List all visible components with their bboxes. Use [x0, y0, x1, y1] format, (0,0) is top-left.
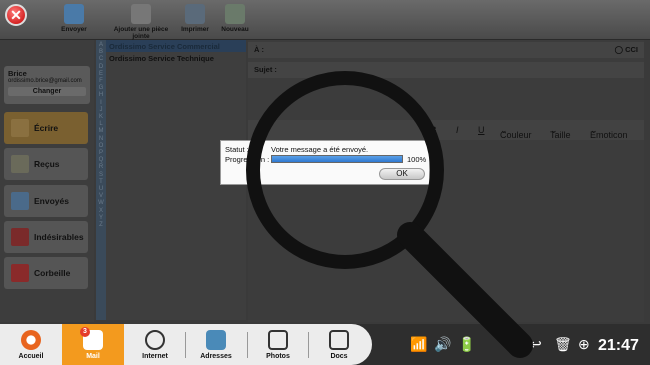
sent-icon	[11, 192, 29, 210]
close-icon[interactable]: ✕	[5, 4, 27, 26]
new-button[interactable]: Nouveau	[220, 4, 250, 38]
folder-inbox[interactable]: Reçus	[4, 148, 88, 180]
progress-percent: 100%	[407, 155, 427, 164]
account-name: Brice	[8, 69, 27, 78]
color-dropdown[interactable]: Couleur ⌄	[500, 125, 532, 140]
ok-button[interactable]: OK	[379, 168, 425, 180]
unread-badge: 3	[80, 327, 90, 337]
change-account-button[interactable]: Changer	[8, 87, 86, 96]
progress-label: Progression :	[225, 155, 270, 164]
alphabet-letter[interactable]: S	[96, 172, 106, 179]
trash-icon	[11, 264, 29, 282]
alphabet-letter[interactable]: B	[96, 49, 106, 56]
dock-internet[interactable]: Internet	[124, 324, 186, 365]
alphabet-letter[interactable]: Q	[96, 157, 106, 164]
home-icon	[21, 330, 41, 350]
alphabet-letter[interactable]: V	[96, 193, 106, 200]
docs-icon	[329, 330, 349, 350]
progress-fill	[272, 156, 402, 162]
contact-item[interactable]: Ordissimo Service Technique	[106, 52, 246, 64]
alphabet-letter[interactable]: Z	[96, 222, 106, 229]
wifi-icon[interactable]: 📶	[410, 336, 427, 358]
alphabet-letter[interactable]: K	[96, 114, 106, 121]
alphabet-letter[interactable]: O	[96, 143, 106, 150]
status-text: Votre message a été envoyé.	[271, 145, 369, 154]
progress-bar	[271, 155, 403, 163]
paperclip-icon	[131, 4, 151, 24]
clock: 21:47	[598, 337, 639, 354]
alphabet-letter[interactable]: C	[96, 56, 106, 63]
folder-sent[interactable]: Envoyés	[4, 185, 88, 217]
send-icon	[64, 4, 84, 24]
folder-spam[interactable]: Indésirables	[4, 221, 88, 253]
alphabet-letter[interactable]: L	[96, 121, 106, 128]
printer-icon	[185, 4, 205, 24]
back-arrow-icon[interactable]: ↩	[530, 336, 542, 358]
alphabet-letter[interactable]: T	[96, 179, 106, 186]
pencil-icon	[11, 119, 29, 137]
dock-addresses[interactable]: Adresses	[185, 324, 247, 365]
inbox-icon	[11, 155, 29, 173]
globe-icon	[145, 330, 165, 350]
underline-button[interactable]: U	[478, 125, 485, 135]
status-label: Statut :	[225, 145, 249, 154]
alphabet-letter[interactable]: W	[96, 200, 106, 207]
alphabet-letter[interactable]: H	[96, 92, 106, 99]
volume-icon[interactable]: 🔊	[434, 336, 451, 358]
subject-field[interactable]: Sujet :	[248, 62, 644, 78]
to-field[interactable]: À : ◯ CCI	[248, 42, 644, 58]
trash-icon[interactable]: 🗑	[554, 336, 572, 358]
alphabet-letter[interactable]: X	[96, 208, 106, 215]
print-button[interactable]: Imprimer	[180, 4, 210, 38]
folder-write[interactable]: Écrire	[4, 112, 88, 144]
dock-photos[interactable]: Photos	[247, 324, 309, 365]
account-box: Brice ordissimo.brice@gmail.com Changer	[4, 66, 90, 104]
account-email: ordissimo.brice@gmail.com	[8, 78, 82, 84]
alphabet-letter[interactable]: J	[96, 107, 106, 114]
alphabet-index[interactable]: ABCDEFGHIJKLMNOPQRSTUVWXYZ	[96, 40, 106, 320]
alphabet-letter[interactable]: P	[96, 150, 106, 157]
dock-mail[interactable]: 3 Mail	[62, 324, 124, 365]
alphabet-letter[interactable]: A	[96, 42, 106, 49]
alphabet-letter[interactable]: E	[96, 71, 106, 78]
send-button[interactable]: Envoyer	[60, 4, 88, 38]
new-document-icon	[225, 4, 245, 24]
camera-icon	[268, 330, 288, 350]
cci-toggle[interactable]: ◯ CCI	[615, 45, 638, 54]
alphabet-letter[interactable]: N	[96, 136, 106, 143]
help-lifebuoy-icon[interactable]: ⊕	[578, 336, 590, 358]
dock-home[interactable]: Accueil	[0, 324, 62, 365]
alphabet-letter[interactable]: R	[96, 164, 106, 171]
emoticon-dropdown[interactable]: Emoticon ⌄	[590, 125, 628, 140]
format-toolbar: B I U Couleur ⌄ Taille ⌄ Emoticon ⌄	[248, 120, 644, 140]
dock-docs[interactable]: Docs	[308, 324, 370, 365]
alphabet-letter[interactable]: Y	[96, 215, 106, 222]
folder-trash[interactable]: Corbeille	[4, 257, 88, 289]
italic-button[interactable]: I	[456, 125, 459, 135]
alphabet-letter[interactable]: I	[96, 100, 106, 107]
bold-button[interactable]: B	[430, 125, 437, 135]
attach-button[interactable]: Ajouter une pièce jointe	[110, 4, 172, 40]
contact-item[interactable]: Ordissimo Service Commercial	[106, 40, 246, 52]
app-dock: Accueil 3 Mail Internet Adresses Photos …	[0, 324, 372, 365]
contacts-icon	[206, 330, 226, 350]
alphabet-letter[interactable]: F	[96, 78, 106, 85]
send-progress-dialog: Statut : Votre message a été envoyé. Pro…	[220, 140, 430, 185]
alphabet-letter[interactable]: G	[96, 85, 106, 92]
alphabet-letter[interactable]: M	[96, 128, 106, 135]
size-dropdown[interactable]: Taille ⌄	[550, 125, 571, 140]
mail-toolbar: ✕ Envoyer Ajouter une pièce jointe Impri…	[0, 0, 650, 40]
spam-icon	[11, 228, 29, 246]
alphabet-letter[interactable]: D	[96, 64, 106, 71]
alphabet-letter[interactable]: U	[96, 186, 106, 193]
battery-icon[interactable]: 🔋	[458, 336, 475, 358]
